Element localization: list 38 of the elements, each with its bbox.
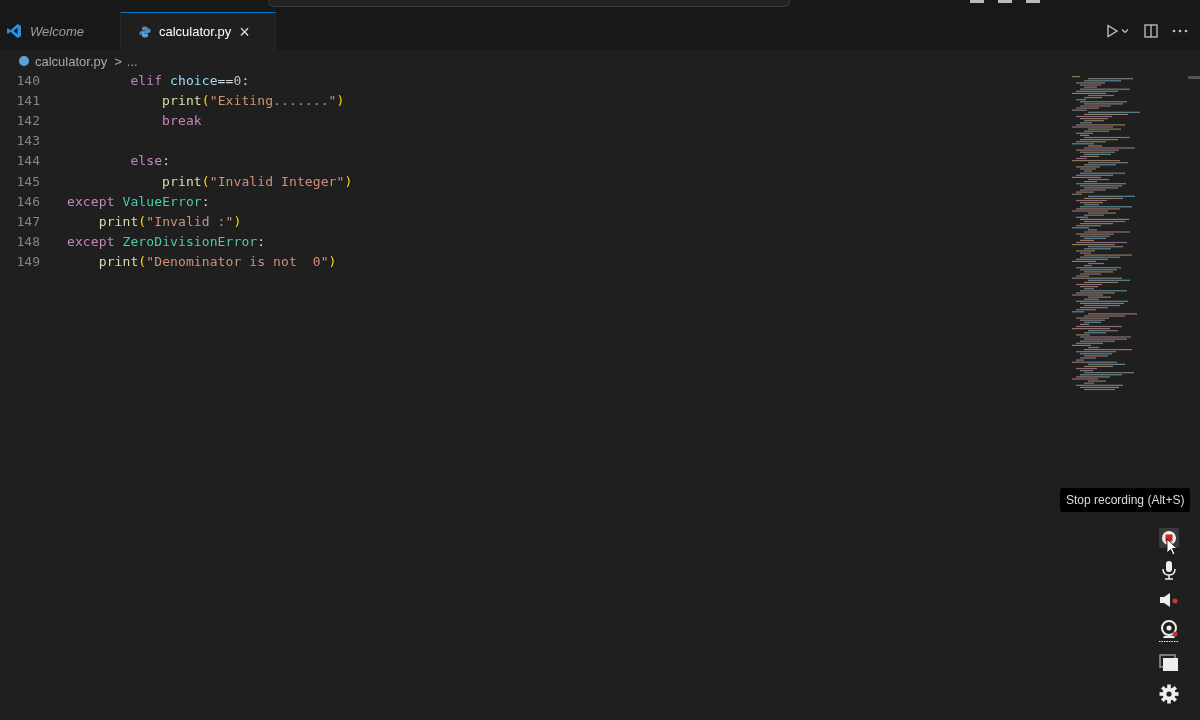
settings-icon[interactable] [1159,684,1179,704]
code-line: except ZeroDivisionError: [67,234,266,250]
python-file-icon [139,25,151,38]
more-actions-icon[interactable] [1172,29,1188,33]
code-line: elif choice==0: [129,72,250,88]
speaker-icon[interactable] [1159,592,1179,608]
breadcrumb-item[interactable]: calculator.py [35,53,108,69]
vscode-logo-icon [6,23,22,39]
webcam-icon[interactable] [1159,620,1179,642]
line-number: 149 [15,254,40,270]
windows-icon[interactable] [1159,654,1179,672]
split-editor-icon[interactable] [1144,24,1158,38]
line-number: 141 [15,92,40,108]
line-number: 143 [15,133,40,149]
line-number: 147 [15,213,40,229]
line-number: 146 [15,193,40,209]
code-line: print("Invalid Integer") [161,173,353,189]
line-number: 145 [15,173,40,189]
line-number: 142 [15,112,40,128]
line-number: 144 [15,153,40,169]
run-icon[interactable] [1106,24,1130,38]
tooltip: Stop recording (Alt+S) [1060,488,1191,512]
mouse-cursor-icon [1166,538,1178,556]
close-tab-button[interactable]: × [239,22,250,41]
code-line: break [161,112,202,128]
breadcrumb-item[interactable]: ... [126,53,138,69]
python-file-icon [18,55,30,67]
scrollbar-thumb[interactable] [1188,76,1200,79]
line-number: 140 [15,72,40,88]
code-line: else: [129,153,171,169]
code-line: print("Denominator is not 0") [97,254,337,270]
breadcrumb-separator: > [114,53,122,69]
microphone-icon[interactable] [1161,560,1177,580]
code-line: print("Invalid :") [97,213,242,229]
line-number: 148 [15,234,40,250]
code-line: print("Exiting.......") [161,92,345,108]
editor-tab[interactable]: calculator.py × [121,12,276,50]
code-line: except ValueError: [67,193,210,209]
